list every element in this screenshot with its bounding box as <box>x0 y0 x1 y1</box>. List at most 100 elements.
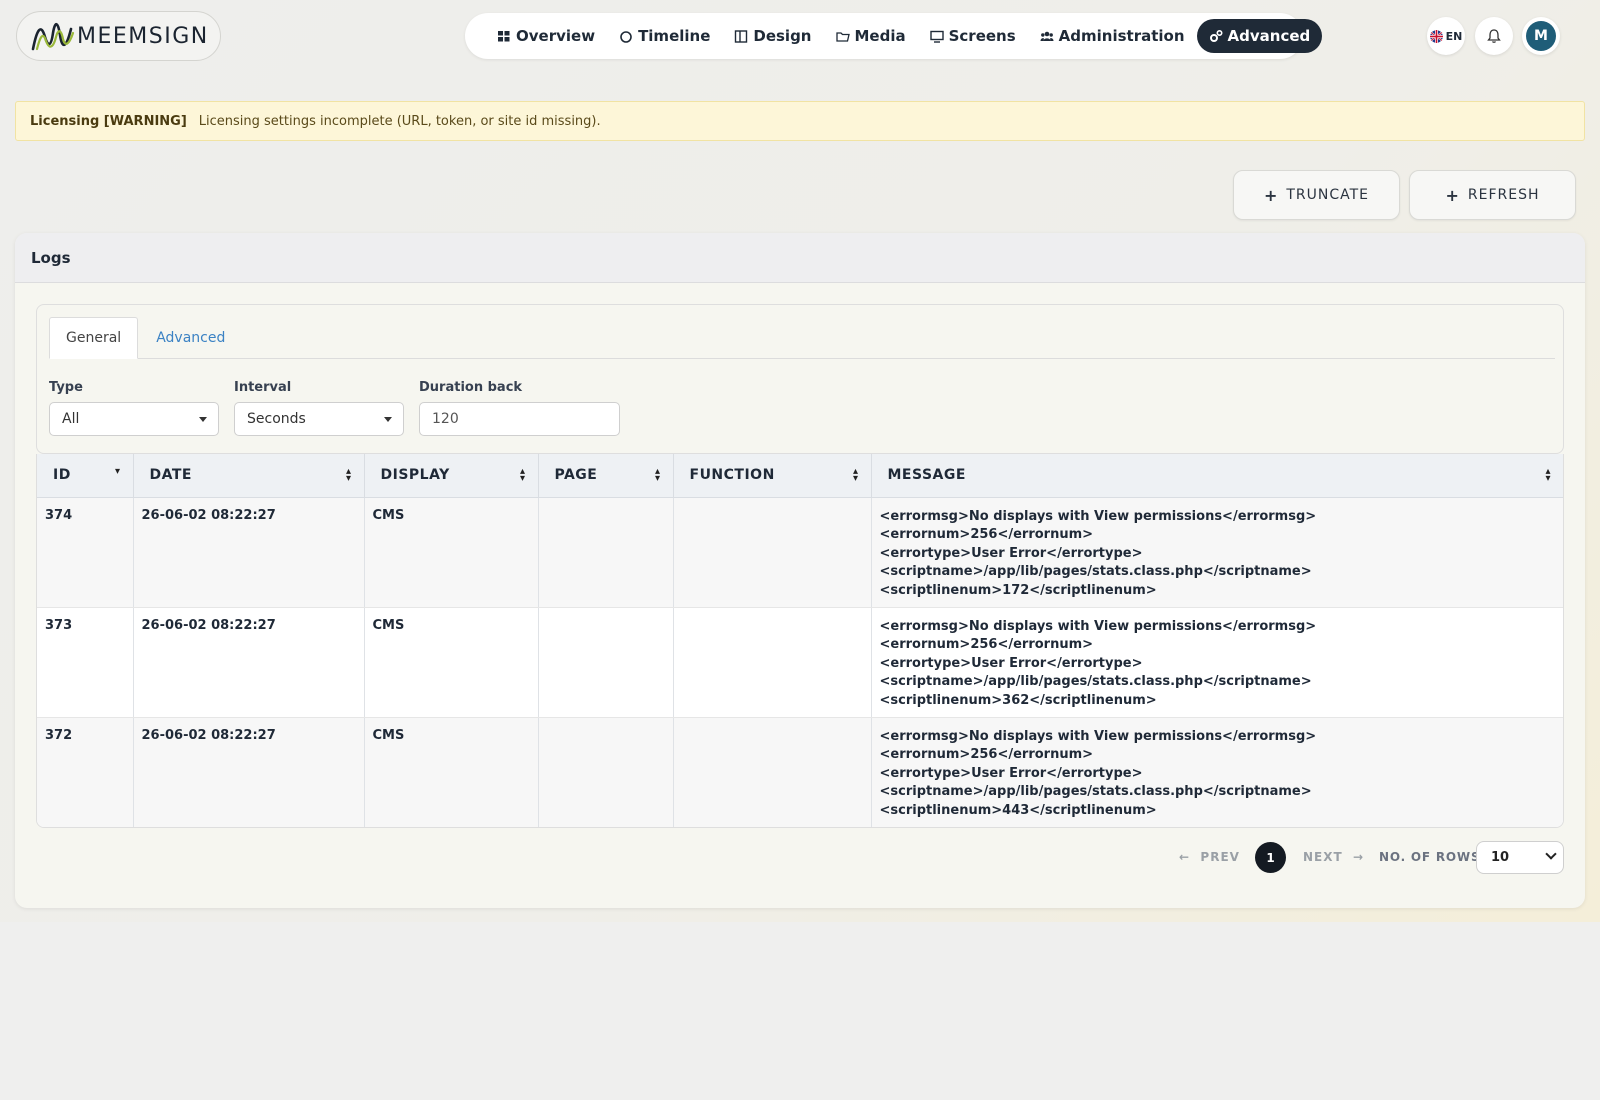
nav-label: Administration <box>1058 27 1185 45</box>
cell-function <box>673 607 872 718</box>
plus-icon: + <box>1263 185 1279 205</box>
interval-select[interactable]: Seconds <box>234 402 404 436</box>
table-row[interactable]: 372 26-06-02 08:22:27 CMS <errormsg>No d… <box>37 717 1563 827</box>
tab-general[interactable]: General <box>49 317 139 359</box>
message-line: <scriptlinenum>172</scriptlinenum> <box>879 582 1157 598</box>
sort-desc-icon: ▾ <box>114 466 121 477</box>
language-code: EN <box>1445 29 1463 43</box>
nav-label: Advanced <box>1227 27 1311 45</box>
cell-function <box>673 497 872 608</box>
cell-id: 372 <box>37 717 134 827</box>
plus-icon: + <box>1445 185 1460 205</box>
caret-down-icon <box>199 417 207 422</box>
filter-panel: General Advanced Type All Interval Secon… <box>36 304 1564 454</box>
filter-tabs: General Advanced <box>49 317 1555 359</box>
cell-message: <errormsg>No displays with View permissi… <box>871 607 1563 718</box>
warning-text: Licensing settings incomplete (URL, toke… <box>198 113 601 129</box>
nav-item-screens[interactable]: Screens <box>918 19 1028 53</box>
circle-icon <box>620 31 632 43</box>
type-select[interactable]: All <box>49 402 219 436</box>
cell-page <box>538 717 674 827</box>
next-label: NEXT <box>1303 850 1343 864</box>
licensing-warning-banner: Licensing [WARNING] Licensing settings i… <box>15 101 1585 141</box>
warning-title: Licensing [WARNING] <box>30 113 187 129</box>
logs-table-container: ID ▾ DATE ▴ ▾ DISPLAY ▴ ▾ PAGE ▴ ▾ FUNCTION ▴ ▾ M… <box>36 454 1564 828</box>
nav-label: Design <box>753 27 812 45</box>
message-line: <errornum>256</errornum> <box>879 637 1094 652</box>
caret-down-icon <box>384 417 392 422</box>
sort-icon: ▴ ▾ <box>654 466 661 484</box>
column-header-date[interactable]: DATE ▴ ▾ <box>133 454 365 498</box>
truncate-button[interactable]: + TRUNCATE <box>1233 170 1400 220</box>
nav-item-design[interactable]: Design <box>722 19 823 53</box>
logo[interactable]: MEEMSIGN <box>16 11 221 61</box>
column-header-message[interactable]: MESSAGE ▴ ▾ <box>871 454 1563 498</box>
language-switcher[interactable]: EN <box>1427 17 1465 55</box>
avatar: M <box>1526 21 1556 51</box>
nav-item-media[interactable]: Media <box>824 19 918 53</box>
column-header-id[interactable]: ID ▾ <box>37 454 134 498</box>
gears-icon <box>1209 29 1223 42</box>
duration-input[interactable]: 120 <box>419 402 620 436</box>
folder-icon <box>835 32 850 42</box>
nav-label: Timeline <box>638 27 711 45</box>
message-line: <scriptname>/app/lib/pages/stats.class.p… <box>879 784 1312 799</box>
column-header-display[interactable]: DISPLAY ▴ ▾ <box>364 454 539 498</box>
notifications-button[interactable] <box>1475 17 1513 55</box>
cell-display: CMS <box>364 717 539 827</box>
user-menu[interactable]: M <box>1522 17 1560 55</box>
cell-page <box>538 497 674 608</box>
duration-label: Duration back <box>419 380 523 395</box>
column-header-page[interactable]: PAGE ▴ ▾ <box>538 454 674 498</box>
message-line: <errormsg>No displays with View permissi… <box>879 508 1317 524</box>
nav-label: Media <box>854 27 906 45</box>
logs-card: Logs General Advanced Type All Interval … <box>15 233 1585 908</box>
rows-per-page-value: 10 <box>1491 850 1510 865</box>
message-line: <errortype>User Error</errortype> <box>879 545 1143 561</box>
cell-page <box>538 607 674 718</box>
cell-id: 374 <box>37 497 134 608</box>
main-nav: Overview Timeline Design Media Screens A… <box>465 13 1323 59</box>
column-header-function[interactable]: FUNCTION ▴ ▾ <box>673 454 872 498</box>
nav-item-advanced[interactable]: Advanced <box>1196 19 1323 53</box>
grid-icon <box>498 31 510 42</box>
type-label: Type <box>49 380 83 395</box>
cell-message: <errormsg>No displays with View permissi… <box>871 717 1563 827</box>
pagination: ← PREV 1 NEXT → NO. OF ROWS 10 <box>15 841 1585 875</box>
page-number-button[interactable]: 1 <box>1255 842 1286 873</box>
nav-item-overview[interactable]: Overview <box>485 19 607 53</box>
nav-item-administration[interactable]: Administration <box>1028 19 1197 53</box>
interval-value: Seconds <box>247 411 306 427</box>
column-label: PAGE <box>554 467 598 484</box>
table-row[interactable]: 374 26-06-02 08:22:27 CMS <errormsg>No d… <box>37 497 1563 608</box>
type-value: All <box>62 411 80 427</box>
nav-label: Overview <box>516 27 596 45</box>
cell-function <box>673 717 872 827</box>
users-icon <box>1040 31 1054 41</box>
cell-display: CMS <box>364 607 539 718</box>
sort-icon: ▴ ▾ <box>1545 466 1551 484</box>
chevron-down-icon <box>1545 848 1557 860</box>
sort-icon: ▴ ▾ <box>519 466 526 484</box>
nav-item-timeline[interactable]: Timeline <box>607 19 722 53</box>
rows-per-page-select[interactable]: 10 <box>1476 841 1564 874</box>
cell-date: 26-06-02 08:22:27 <box>133 717 365 827</box>
cell-message: <errormsg>No displays with View permissi… <box>871 497 1563 608</box>
duration-value: 120 <box>432 411 459 427</box>
refresh-button[interactable]: + REFRESH <box>1409 170 1576 220</box>
sort-icon: ▴ ▾ <box>345 466 352 484</box>
column-label: ID <box>53 467 71 484</box>
table-row[interactable]: 373 26-06-02 08:22:27 CMS <errormsg>No d… <box>37 607 1563 718</box>
page-background <box>0 922 1600 1100</box>
layout-icon <box>735 30 748 43</box>
prev-button[interactable]: ← PREV <box>1179 850 1240 864</box>
message-line: <errornum>256</errornum> <box>879 527 1094 542</box>
interval-label: Interval <box>234 380 292 395</box>
message-line: <scriptlinenum>443</scriptlinenum> <box>879 802 1157 818</box>
message-line: <errortype>User Error</errortype> <box>879 655 1143 671</box>
prev-label: PREV <box>1200 850 1240 864</box>
tab-advanced[interactable]: Advanced <box>140 317 241 359</box>
message-line: <errormsg>No displays with View permissi… <box>879 728 1317 744</box>
cell-date: 26-06-02 08:22:27 <box>133 497 365 608</box>
next-button[interactable]: NEXT → <box>1303 850 1364 864</box>
